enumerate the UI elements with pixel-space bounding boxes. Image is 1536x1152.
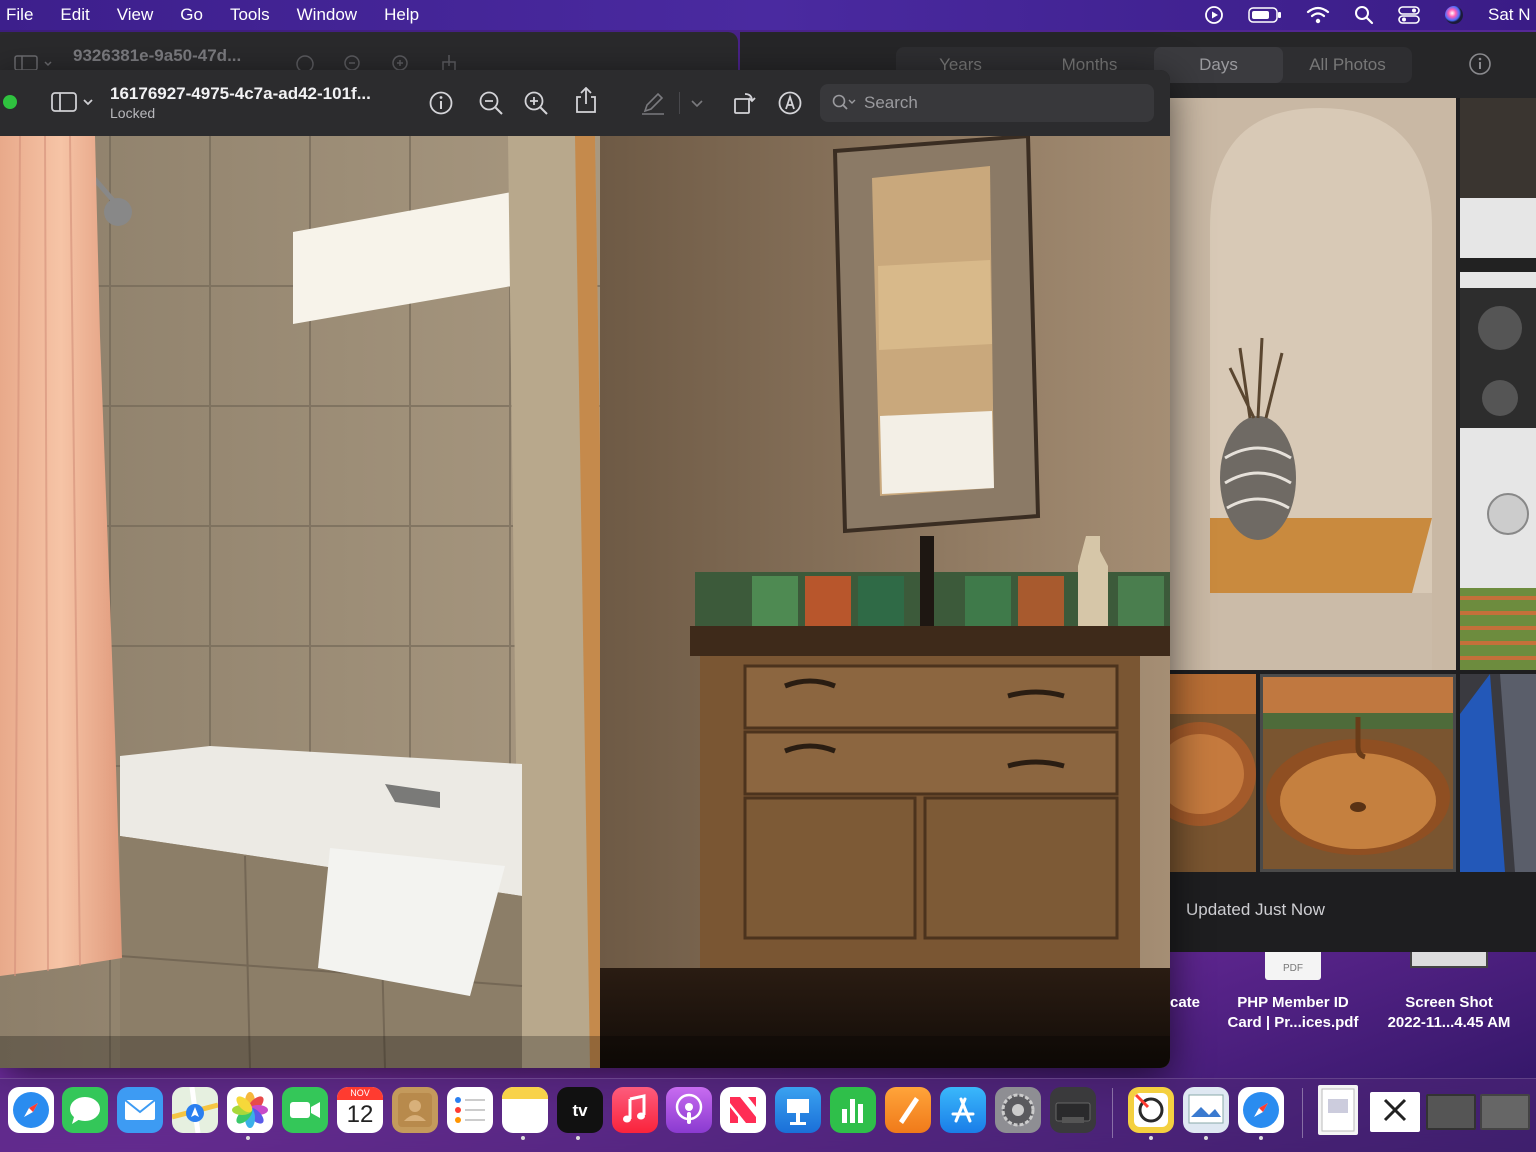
- numbers-icon[interactable]: [830, 1087, 876, 1133]
- calendar-day: 12: [346, 1101, 374, 1128]
- pdf-file-thumbnail[interactable]: PDF: [1265, 952, 1321, 980]
- running-indicator: [1259, 1136, 1263, 1140]
- photo-thumbnail-niche-vase[interactable]: [1170, 98, 1456, 670]
- menu-window[interactable]: Window: [297, 5, 357, 25]
- menu-tools[interactable]: Tools: [230, 5, 270, 25]
- menu-go[interactable]: Go: [180, 5, 203, 25]
- news-icon[interactable]: [720, 1087, 766, 1133]
- svg-text:tv: tv: [572, 1101, 588, 1120]
- sidebar-toggle-icon[interactable]: [50, 90, 96, 114]
- bathroom-photo: [0, 133, 1170, 1068]
- podcasts-icon[interactable]: [666, 1087, 712, 1133]
- play-circle-icon[interactable]: [1204, 5, 1224, 25]
- screenshots-stack-icon[interactable]: [1426, 1094, 1476, 1130]
- menu-view[interactable]: View: [117, 5, 154, 25]
- zoom-out-icon[interactable]: [478, 90, 504, 116]
- photo-thumbnail-copper-sink-selected[interactable]: [1260, 674, 1456, 872]
- reminders-icon[interactable]: [447, 1087, 493, 1133]
- running-indicator: [576, 1136, 580, 1140]
- dock-separator: [1302, 1088, 1303, 1138]
- running-indicator: [1204, 1136, 1208, 1140]
- menu-edit[interactable]: Edit: [60, 5, 89, 25]
- maps-icon[interactable]: [172, 1087, 218, 1133]
- info-icon[interactable]: [428, 90, 454, 116]
- mail-icon[interactable]: [117, 1087, 163, 1133]
- recent-stack-icon[interactable]: [1480, 1094, 1530, 1130]
- control-center-icon[interactable]: [1398, 5, 1420, 25]
- background-window-title: 9326381e-9a50-47d...: [73, 46, 242, 65]
- file-name-line2: Card | Pr...ices.pdf: [1227, 1014, 1359, 1031]
- menu-clock[interactable]: Sat N: [1488, 5, 1532, 25]
- pdf-badge: PDF: [1283, 963, 1303, 974]
- document-locked-label[interactable]: Locked: [110, 105, 155, 121]
- file-name-line1: Screen Shot: [1405, 994, 1493, 1011]
- messages-icon[interactable]: [62, 1087, 108, 1133]
- siri-icon[interactable]: [1444, 5, 1464, 25]
- running-indicator: [1149, 1136, 1153, 1140]
- file-name-line2: 2022-11...4.45 AM: [1387, 1014, 1511, 1031]
- search-input[interactable]: [864, 93, 1144, 113]
- desktop-stack-icon[interactable]: [1370, 1092, 1420, 1132]
- system-preferences-icon[interactable]: [995, 1087, 1041, 1133]
- tab-all-photos[interactable]: All Photos: [1283, 47, 1412, 83]
- running-indicator: [521, 1136, 525, 1140]
- notes-icon[interactable]: [502, 1087, 548, 1133]
- search-icon: [832, 94, 856, 110]
- search-field[interactable]: [820, 84, 1154, 122]
- document-title[interactable]: 16176927-4975-4c7a-ad42-101f...: [110, 84, 371, 104]
- pages-icon[interactable]: [885, 1087, 931, 1133]
- photos-grid: [1170, 98, 1536, 904]
- search-icon[interactable]: [1354, 5, 1374, 25]
- menu-file[interactable]: File: [6, 5, 33, 25]
- calendar-icon[interactable]: NOV 12: [337, 1087, 383, 1133]
- facetime-icon[interactable]: [282, 1087, 328, 1133]
- preview-app-icon[interactable]: [1183, 1087, 1229, 1133]
- zoom-window-button[interactable]: [3, 95, 17, 109]
- share-icon[interactable]: [573, 87, 599, 113]
- keynote-icon[interactable]: [775, 1087, 821, 1133]
- photos-status-text: Updated Just Now: [1186, 900, 1325, 919]
- toolbar-divider: [679, 92, 680, 114]
- info-icon[interactable]: [1468, 52, 1492, 76]
- contacts-icon[interactable]: [392, 1087, 438, 1133]
- app-store-icon[interactable]: [940, 1087, 986, 1133]
- capture-app-icon[interactable]: [1128, 1087, 1174, 1133]
- file-name-line1: PHP Member ID: [1237, 994, 1349, 1011]
- safari-icon[interactable]: [8, 1087, 54, 1133]
- music-icon[interactable]: [612, 1087, 658, 1133]
- calendar-month: NOV: [337, 1087, 383, 1100]
- desktop-file-certificate[interactable]: cate: [1170, 993, 1210, 1013]
- markup-circle-icon[interactable]: [777, 90, 803, 116]
- downloads-stack-icon[interactable]: [1318, 1085, 1358, 1135]
- screenshot-file-thumbnail[interactable]: [1410, 952, 1488, 968]
- tab-days[interactable]: Days: [1154, 47, 1283, 83]
- apple-tv-icon[interactable]: tv: [557, 1087, 603, 1133]
- desktop-file-screenshot[interactable]: Screen Shot 2022-11...4.45 AM: [1376, 993, 1522, 1033]
- markup-pen-icon[interactable]: [640, 90, 666, 116]
- menu-help[interactable]: Help: [384, 5, 419, 25]
- photo-thumbnail-blue[interactable]: [1460, 674, 1536, 872]
- dock-separator: [1112, 1088, 1113, 1138]
- printer-icon[interactable]: [1050, 1087, 1096, 1133]
- wifi-icon[interactable]: [1306, 6, 1330, 24]
- preview-window: 16176927-4975-4c7a-ad42-101f... Locked: [0, 70, 1170, 1068]
- preview-toolbar: 16176927-4975-4c7a-ad42-101f... Locked: [0, 70, 1170, 136]
- safari-icon-secondary[interactable]: [1238, 1087, 1284, 1133]
- battery-icon[interactable]: [1248, 6, 1282, 24]
- desktop-file-php-member-id[interactable]: PHP Member ID Card | Pr...ices.pdf: [1216, 993, 1370, 1033]
- running-indicator: [246, 1136, 250, 1140]
- rotate-icon[interactable]: [731, 90, 757, 116]
- photo-thumbnail-copper-sink[interactable]: [1170, 674, 1256, 872]
- zoom-in-icon[interactable]: [523, 90, 549, 116]
- photo-thumbnail-stove[interactable]: [1460, 98, 1536, 670]
- photos-icon[interactable]: [227, 1087, 273, 1133]
- file-name-line1: cate: [1170, 994, 1201, 1011]
- menu-bar: File Edit View Go Tools Window Help Sat …: [0, 0, 1536, 30]
- chevron-down-icon[interactable]: [688, 90, 706, 116]
